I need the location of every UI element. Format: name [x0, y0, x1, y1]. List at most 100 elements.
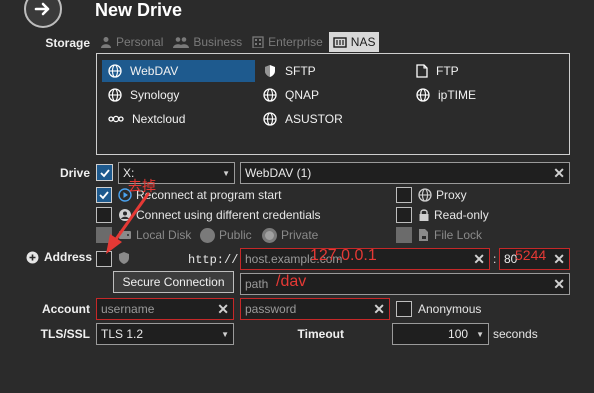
file-icon: [416, 64, 428, 78]
tls-value: TLS 1.2: [101, 327, 144, 341]
address-label-group: Address: [26, 250, 92, 264]
arrow-right-icon: [34, 2, 50, 16]
caret-down-icon: ▼: [221, 329, 229, 339]
username-placeholder: username: [101, 302, 155, 316]
timeout-value: 100: [448, 327, 469, 341]
tab-business[interactable]: Business: [169, 32, 246, 52]
clear-icon[interactable]: ✕: [373, 301, 385, 318]
globe-icon: [263, 112, 277, 126]
caret-down-icon: ▼: [476, 329, 484, 339]
clear-icon[interactable]: ✕: [553, 165, 565, 182]
caret-down-icon: ▼: [222, 168, 230, 178]
globe-icon: [418, 188, 432, 202]
tab-personal[interactable]: Personal: [96, 32, 167, 52]
globe-icon: [263, 88, 277, 102]
password-input[interactable]: password ✕: [240, 298, 390, 320]
tab-enterprise[interactable]: Enterprise: [248, 32, 327, 52]
read-only-option[interactable]: Read-only: [418, 206, 489, 224]
protocol-webdav[interactable]: WebDAV: [102, 60, 255, 82]
annotation-host: 127.0.0.1: [310, 247, 377, 264]
globe-icon: [108, 88, 122, 102]
anonymous-option[interactable]: Anonymous: [418, 300, 481, 318]
protocol-qnap-label: QNAP: [285, 88, 320, 102]
annotation-path: /dav: [276, 273, 307, 290]
tab-business-label: Business: [193, 35, 243, 49]
protocol-synology[interactable]: Synology: [102, 84, 255, 106]
protocol-sftp[interactable]: SFTP: [257, 60, 407, 82]
protocol-asustor[interactable]: ASUSTOR: [257, 108, 407, 130]
globe-icon: [416, 88, 430, 102]
secure-connection-button[interactable]: Secure Connection: [113, 271, 234, 293]
protocol-synology-label: Synology: [130, 88, 180, 102]
radio-selected-icon: [262, 227, 277, 243]
protocol-asustor-label: ASUSTOR: [285, 112, 343, 126]
tab-personal-label: Personal: [116, 35, 164, 49]
different-credentials-label: Connect using different credentials: [136, 208, 321, 222]
lock-icon: [419, 209, 429, 221]
proxy-option[interactable]: Proxy: [418, 186, 467, 204]
person-icon: [101, 37, 111, 48]
plus-circle-icon[interactable]: [26, 251, 39, 264]
protocol-ftp-label: FTP: [436, 64, 459, 78]
drive-name-input[interactable]: WebDAV (1) ✕: [240, 162, 570, 184]
file-lock-checkbox: [396, 227, 412, 243]
timeout-label: Timeout: [297, 327, 344, 341]
password-placeholder: password: [245, 302, 297, 316]
back-button[interactable]: [24, 0, 62, 28]
drive-name-value: WebDAV (1): [245, 166, 312, 180]
protocol-iptime-label: ipTIME: [438, 88, 477, 102]
read-only-label: Read-only: [434, 208, 489, 222]
port-separator: :: [493, 252, 497, 266]
shield-icon: [265, 65, 275, 77]
timeout-unit: seconds: [493, 327, 538, 341]
clear-icon[interactable]: ✕: [553, 251, 565, 268]
scheme-prefix: http://: [188, 253, 239, 267]
file-lock-label: File Lock: [434, 228, 483, 242]
file-lock-icon: [419, 229, 428, 241]
proxy-label: Proxy: [436, 188, 467, 202]
protocol-webdav-label: WebDAV: [130, 64, 179, 78]
nextcloud-icon: [108, 115, 124, 123]
tab-nas-label: NAS: [350, 35, 376, 49]
protocol-iptime[interactable]: ipTIME: [410, 84, 560, 106]
protocol-panel: WebDAV SFTP FTP Synology QNAP ipTIME Nex…: [96, 53, 570, 155]
address-label: Address: [44, 250, 93, 264]
tls-select[interactable]: TLS 1.2 ▼: [96, 323, 234, 345]
username-input[interactable]: username ✕: [96, 298, 234, 320]
annotation-arrow-icon: [106, 192, 150, 254]
drive-label: Drive: [59, 166, 90, 180]
account-label: Account: [42, 302, 90, 316]
protocol-nextcloud[interactable]: Nextcloud: [102, 108, 255, 130]
protocol-sftp-label: SFTP: [285, 64, 316, 78]
storage-tabs: Personal Business Enterprise NAS: [96, 32, 380, 52]
clear-icon[interactable]: ✕: [553, 276, 565, 293]
protocol-nextcloud-label: Nextcloud: [132, 112, 186, 126]
protocol-ftp[interactable]: FTP: [410, 60, 560, 82]
tab-nas[interactable]: NAS: [328, 32, 380, 52]
tls-label: TLS/SSL: [40, 327, 90, 341]
tab-enterprise-label: Enterprise: [268, 35, 323, 49]
private-radio: Private: [262, 226, 318, 244]
read-only-checkbox[interactable]: [396, 207, 412, 223]
protocol-qnap[interactable]: QNAP: [257, 84, 407, 106]
check-icon: [99, 168, 110, 177]
page-title: New Drive: [95, 0, 183, 20]
radio-icon: [200, 227, 215, 243]
anonymous-checkbox[interactable]: [396, 301, 412, 317]
proxy-checkbox[interactable]: [396, 187, 412, 203]
globe-icon: [108, 64, 122, 78]
public-radio: Public: [200, 226, 252, 244]
nas-icon: [333, 36, 347, 48]
anonymous-label: Anonymous: [418, 302, 482, 316]
storage-label: Storage: [45, 36, 90, 50]
timeout-select[interactable]: 100 ▼: [392, 323, 489, 345]
clear-icon[interactable]: ✕: [473, 251, 485, 268]
annotation-port: 5244: [515, 247, 547, 263]
path-placeholder: path: [245, 277, 269, 291]
drive-checkbox[interactable]: [96, 164, 113, 181]
public-label: Public: [219, 228, 252, 242]
file-lock-option: File Lock: [418, 226, 482, 244]
clear-icon[interactable]: ✕: [217, 301, 229, 318]
people-icon: [173, 37, 190, 48]
private-label: Private: [281, 228, 319, 242]
